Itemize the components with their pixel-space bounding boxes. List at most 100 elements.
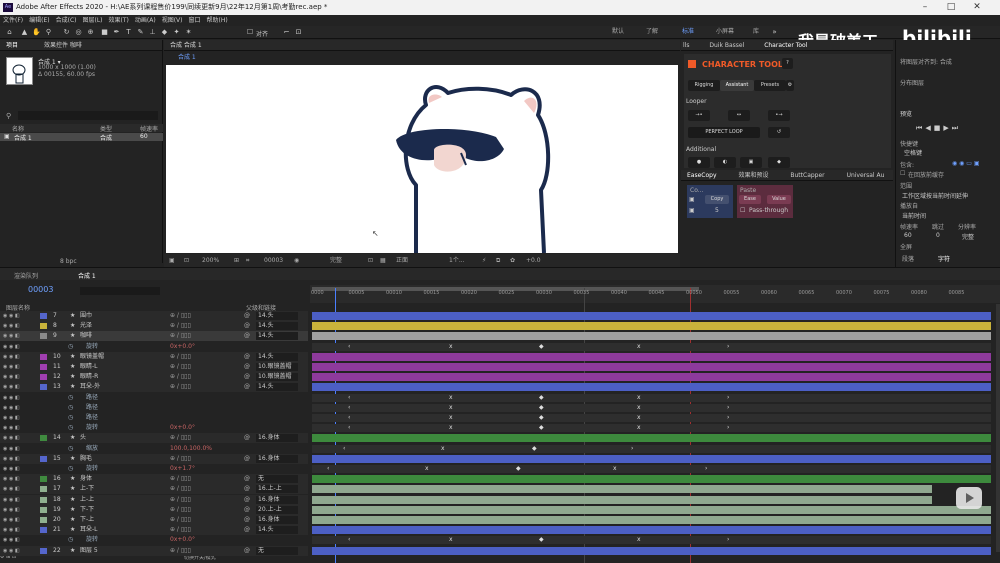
- layer-row[interactable]: ◉ ◉ ◧ 9 ★ 咖啡 ⊕ / ▯▯▯ @14.头: [0, 331, 308, 342]
- property-value[interactable]: 100.0,100.0%: [170, 444, 212, 454]
- timeline-icon[interactable]: ⧉: [496, 254, 500, 267]
- keyframe-icon[interactable]: ›: [727, 342, 729, 352]
- menu-file[interactable]: 文件(F): [3, 17, 23, 24]
- layer-row[interactable]: ◉ ◉ ◧ 10 ★ 眼镜盖帽 ⊕ / ▯▯▯ @14.头: [0, 351, 308, 362]
- parent-pickwhip-icon[interactable]: @: [244, 382, 250, 392]
- layer-name[interactable]: 旋转: [86, 423, 98, 433]
- stopwatch-icon[interactable]: ◷: [68, 464, 73, 474]
- layer-name[interactable]: 路径: [86, 403, 98, 413]
- layer-row[interactable]: ◉ ◉ ◧ 12 ★ 眼睛-R ⊕ / ▯▯▯ @10.眼镜盖帽: [0, 372, 308, 383]
- additional-btn1[interactable]: ●: [688, 157, 710, 168]
- parent-pickwhip-icon[interactable]: @: [244, 454, 250, 464]
- col-name[interactable]: 名称: [12, 124, 24, 133]
- keyframe-icon[interactable]: x: [449, 342, 453, 352]
- layer-duration-bar[interactable]: [312, 495, 932, 504]
- parent-pickwhip-icon[interactable]: @: [244, 362, 250, 372]
- parent-pickwhip-icon[interactable]: @: [244, 505, 250, 515]
- layer-row[interactable]: ◉ ◉ ◧ 14 ★ 头 ⊕ / ▯▯▯ @16.身体: [0, 433, 308, 444]
- layer-duration-bar[interactable]: [312, 322, 991, 331]
- range-select[interactable]: 工作区域按当前时间延伸: [902, 191, 968, 200]
- parent-pickwhip-icon[interactable]: @: [244, 484, 250, 494]
- layer-visibility-icon[interactable]: ◉ ◉ ◧: [3, 497, 31, 503]
- keyframe-icon[interactable]: x: [425, 464, 429, 474]
- layer-visibility-icon[interactable]: ◉ ◉ ◧: [3, 435, 31, 441]
- tab-effects-presets[interactable]: 效果和预设: [738, 172, 768, 179]
- playfrom-select[interactable]: 当前时间: [902, 211, 926, 220]
- property-value[interactable]: 0x+0.0°: [170, 423, 195, 433]
- copy-button[interactable]: Copy: [705, 195, 729, 204]
- layer-property-row[interactable]: ◉ ◉ ◧ ◷ 路径: [0, 392, 308, 403]
- layer-switches[interactable]: ⊕ / ▯▯▯: [170, 352, 191, 362]
- layer-row[interactable]: ◉ ◉ ◧ 20 ★ 下-上 ⊕ / ▯▯▯ @16.身体: [0, 515, 308, 525]
- snapshot-icon[interactable]: ◉: [294, 254, 299, 267]
- parent-pickwhip-icon[interactable]: @: [244, 515, 250, 525]
- layer-name[interactable]: 旋转: [86, 342, 98, 352]
- prev-frame-icon[interactable]: ◀: [925, 124, 933, 132]
- parent-select[interactable]: 10.眼镜盖帽: [256, 363, 298, 371]
- layer-name[interactable]: 眼睛-R: [80, 372, 98, 382]
- parent-pickwhip-icon[interactable]: @: [244, 495, 250, 505]
- layer-visibility-icon[interactable]: ◉ ◉ ◧: [3, 313, 31, 319]
- layer-duration-bar[interactable]: [312, 516, 991, 524]
- layer-name[interactable]: 头: [80, 433, 86, 443]
- loop-reset-button[interactable]: ↺: [768, 127, 790, 138]
- transparency-icon[interactable]: ▦: [380, 254, 386, 267]
- grid-icon[interactable]: ⊞: [234, 254, 239, 267]
- resolution-select[interactable]: 完整: [330, 254, 342, 267]
- parent-select[interactable]: 14.头: [256, 352, 298, 361]
- keyframe-icon[interactable]: ◆: [539, 535, 544, 545]
- keyframe-icon[interactable]: ‹: [348, 393, 350, 403]
- comp-tab[interactable]: 合成 合成 1: [164, 40, 680, 51]
- layer-duration-bar[interactable]: [312, 526, 991, 535]
- parent-pickwhip-icon[interactable]: @: [244, 321, 250, 331]
- parent-select[interactable]: 16.身体: [256, 454, 298, 463]
- keyframe-icon[interactable]: x: [613, 464, 617, 474]
- ctool-settings-icon[interactable]: ⚙: [786, 80, 794, 91]
- layer-name[interactable]: 旋转: [86, 535, 98, 545]
- layer-name[interactable]: 眼睛-L: [80, 362, 98, 372]
- loop-in-button[interactable]: →•: [688, 110, 710, 121]
- menu-edit[interactable]: 编辑(E): [29, 17, 49, 24]
- layer-name[interactable]: 上-上: [80, 495, 94, 505]
- comp-breadcrumb[interactable]: 合成 1: [178, 54, 196, 61]
- hand-tool-icon[interactable]: ✋: [32, 28, 41, 37]
- layer-switches[interactable]: ⊕ / ▯▯▯: [170, 362, 191, 372]
- layer-visibility-icon[interactable]: ◉ ◉ ◧: [3, 333, 31, 339]
- menu-layer[interactable]: 图层(L): [83, 17, 103, 24]
- parent-select[interactable]: 16.身体: [256, 495, 298, 504]
- shortcut-select[interactable]: 空格键: [904, 148, 922, 157]
- ease-button[interactable]: Ease: [739, 195, 761, 204]
- keyframe-icon[interactable]: ◆: [539, 413, 544, 423]
- layer-visibility-icon[interactable]: ◉ ◉ ◧: [3, 395, 31, 401]
- ctool-rigging-tab[interactable]: Rigging: [688, 80, 720, 91]
- layer-label-color[interactable]: [40, 384, 47, 391]
- layer-row[interactable]: ◉ ◉ ◧ 17 ★ 上-下 ⊕ / ▯▯▯ @16.上-上: [0, 484, 308, 495]
- layer-property-row[interactable]: ◉ ◉ ◧ ◷ 缩放 100.0,100.0%: [0, 443, 308, 454]
- mask-icon[interactable]: ⌗: [246, 254, 249, 267]
- layer-name[interactable]: 下-上: [80, 515, 94, 525]
- timeline-search-input[interactable]: [80, 287, 160, 295]
- keyframe-icon[interactable]: ◆: [539, 342, 544, 352]
- camera-tool-icon[interactable]: ◎: [74, 28, 83, 37]
- menu-help[interactable]: 帮助(H): [207, 17, 228, 24]
- tab-project[interactable]: 项目: [6, 42, 18, 49]
- layer-row[interactable]: ◉ ◉ ◧ 8 ★ 光泽 ⊕ / ▯▯▯ @14.头: [0, 321, 308, 332]
- layer-name[interactable]: 光泽: [80, 321, 92, 331]
- parent-pickwhip-icon[interactable]: @: [244, 311, 250, 321]
- rectangle-tool-icon[interactable]: ■: [100, 28, 109, 37]
- keyframe-icon[interactable]: ›: [727, 535, 729, 545]
- layer-row[interactable]: ◉ ◉ ◧ 18 ★ 上-上 ⊕ / ▯▯▯ @16.身体: [0, 494, 308, 505]
- fps-select[interactable]: 60: [904, 232, 912, 239]
- keyframe-icon[interactable]: x: [441, 444, 445, 454]
- layer-duration-bar[interactable]: [312, 312, 991, 320]
- layer-name[interactable]: 路径: [86, 393, 98, 403]
- next-frame-icon[interactable]: ⏭: [952, 124, 961, 132]
- layer-property-row[interactable]: ◉ ◉ ◧ ◷ 旋转 0x+1.7°: [0, 464, 308, 474]
- keyframe-icon[interactable]: ‹: [348, 423, 350, 433]
- layer-switches[interactable]: ⊕ / ▯▯▯: [170, 382, 191, 392]
- parent-pickwhip-icon[interactable]: @: [244, 546, 250, 556]
- layer-name[interactable]: 下-下: [80, 505, 94, 515]
- layer-label-color[interactable]: [40, 506, 47, 513]
- region-icon[interactable]: ⊡: [368, 254, 373, 267]
- play-icon[interactable]: ▶: [943, 124, 951, 132]
